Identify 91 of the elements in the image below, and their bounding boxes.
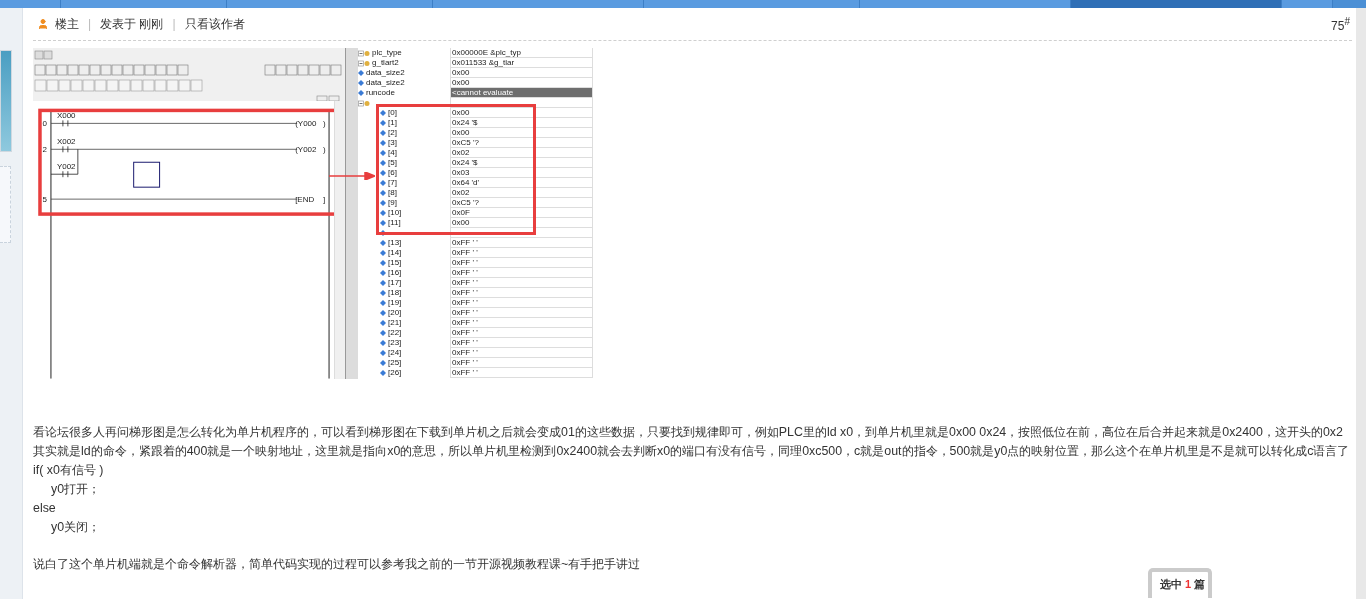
coil-bracket: ) (323, 145, 326, 155)
selected-count: 1 (1185, 578, 1192, 592)
watch-name: [16] (388, 268, 402, 278)
watch-value: 0x24 '$ (450, 158, 593, 168)
watch-name: [7] (388, 178, 397, 188)
floor-number: 75$^{#}$ (1331, 15, 1350, 33)
watch-value: 0x02 (450, 148, 593, 158)
watch-value: 0xFF ' ' (450, 288, 593, 298)
watch-value: 0x00 (450, 128, 593, 138)
watch-value: 0xC5 '? (450, 138, 593, 148)
watch-name: data_size2 (366, 68, 405, 78)
watch-name: [15] (388, 258, 402, 268)
post-time: 发表于 刚刚 (100, 15, 164, 33)
watch-value: 0x00 (450, 78, 593, 88)
coil-bracket: ) (323, 119, 326, 129)
post-paragraph: 说白了这个单片机端就是个命令解析器，简单代码实现的过程可以参考我之前的一节开源视频教程课~有手把手讲过 (33, 556, 641, 573)
watch-value: 0x02 (450, 188, 593, 198)
author-role: 楼主 (55, 15, 79, 33)
watch-value: 0xFF ' ' (450, 258, 593, 268)
arrow-icon (329, 172, 375, 180)
watch-value: 0xC5 '? (450, 198, 593, 208)
watch-name: [1] (388, 118, 397, 128)
watch-value: 0xFF ' ' (450, 248, 593, 258)
watch-name: [22] (388, 328, 402, 338)
watch-name: plc_type (372, 48, 402, 58)
watch-name: [26] (388, 368, 402, 378)
step-number: 5 (42, 195, 47, 205)
watch-value: 0xFF ' ' (450, 298, 593, 308)
user-icon (37, 18, 49, 30)
watch-value: 0x24 '$ (450, 118, 593, 128)
contact-symbol (62, 145, 69, 153)
popup-label: 选中 (1160, 578, 1182, 592)
step-number: 0 (42, 119, 47, 129)
separator: | (88, 17, 92, 31)
watch-name: [5] (388, 158, 397, 168)
watch-value: 0x00 (450, 218, 593, 228)
watch-value: 0xFF ' ' (450, 348, 593, 358)
watch-name: g_tlart2 (372, 58, 399, 68)
watch-value: 0x0F (450, 208, 593, 218)
watch-name: [25] (388, 358, 402, 368)
watch-value: 0xFF ' ' (450, 338, 593, 348)
watch-value: 0xFF ' ' (450, 278, 593, 288)
watch-name: [19] (388, 298, 402, 308)
watch-value: 0xFF ' ' (450, 358, 593, 368)
watch-value: 0x00 (450, 68, 593, 78)
code-line: else (33, 500, 56, 517)
coil-label: (Y002 (295, 145, 317, 155)
watch-name: runcode (366, 88, 395, 98)
watch-value: 0xFF ' ' (450, 368, 593, 378)
only-author-link[interactable]: 只看该作者 (184, 15, 245, 33)
step-number: 2 (42, 145, 47, 155)
code-line: y0打开； (51, 481, 101, 498)
watch-name: [17] (388, 278, 402, 288)
watch-name: [0] (388, 108, 397, 118)
watch-name: [14] (388, 248, 402, 258)
contact-label: X000 (56, 111, 76, 121)
coil-bracket: ] (323, 195, 326, 205)
code-line: y0关闭； (51, 519, 101, 536)
watch-name: [4] (388, 148, 397, 158)
watch-name: [2] (388, 128, 397, 138)
watch-name: [13] (388, 238, 402, 248)
watch-name: [8] (388, 188, 397, 198)
watch-name: [10] (388, 208, 402, 218)
watch-value: 0xFF ' ' (450, 308, 593, 318)
coil-label: (Y000 (295, 119, 317, 129)
watch-name: [18] (388, 288, 402, 298)
watch-value: 0x00 (450, 108, 593, 118)
separator: | (172, 17, 176, 31)
watch-value: 0x03 (450, 168, 593, 178)
watch-name: [6] (388, 168, 397, 178)
watch-value: 0xFF ' ' (450, 238, 593, 248)
cursor-box (133, 161, 161, 188)
watch-name: [24] (388, 348, 402, 358)
watch-name: [11] (388, 218, 401, 228)
watch-name: data_size2 (366, 78, 405, 88)
watch-value: 0xFF ' ' (450, 318, 593, 328)
watch-name: [23] (388, 338, 402, 348)
contact-label: Y002 (56, 162, 76, 172)
watch-name: [20] (388, 308, 402, 318)
contact-label: X002 (56, 137, 76, 147)
watch-name: [21] (388, 318, 402, 328)
watch-name: [9] (388, 198, 397, 208)
popup-unit: 篇 (1194, 578, 1206, 592)
contact-symbol (62, 119, 69, 127)
watch-name: [3] (388, 138, 397, 148)
watch-value: 0xFF ' ' (450, 268, 593, 278)
coil-label: [END (295, 195, 315, 205)
watch-value: 0x64 'd' (450, 178, 593, 188)
watch-value: <cannot evaluate (450, 88, 593, 98)
code-line: if( x0有信号 ) (33, 462, 104, 479)
watch-value: 0xFF ' ' (450, 328, 593, 338)
